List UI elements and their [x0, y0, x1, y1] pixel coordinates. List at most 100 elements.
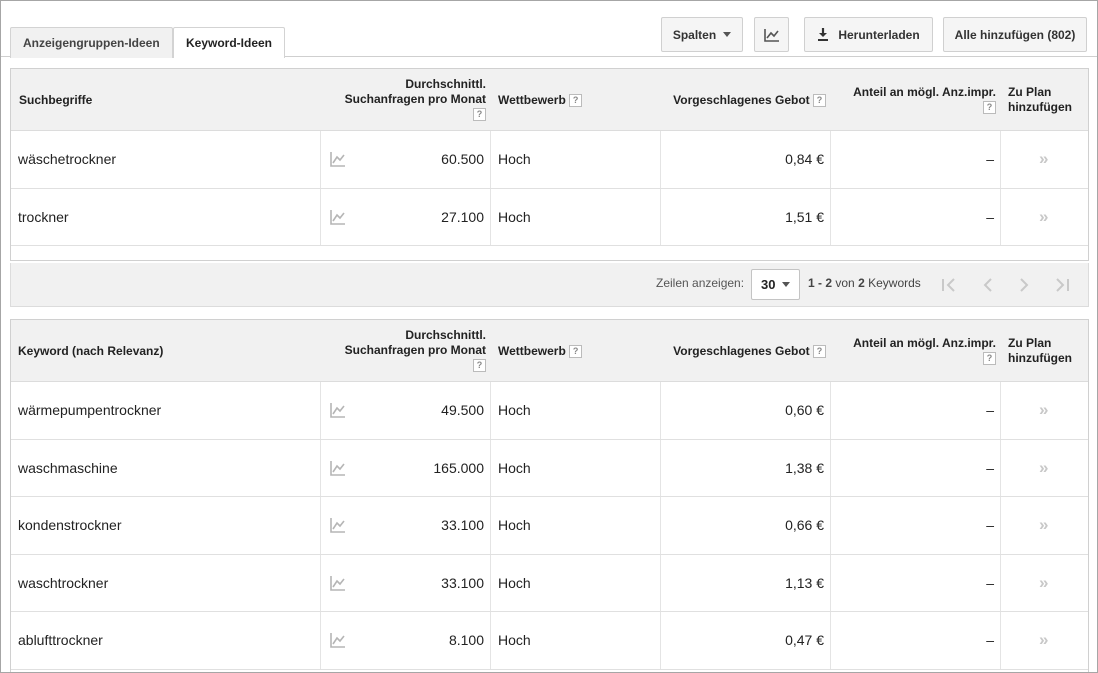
trend-chart-icon[interactable] [330, 151, 346, 168]
avg-monthly-searches: 165.000 [433, 459, 484, 476]
column-divider [320, 554, 321, 611]
toolbar: Anzeigengruppen-Ideen Keyword-Ideen Spal… [1, 1, 1097, 58]
header-line-1: Durchschnittl. [405, 328, 486, 342]
trend-chart-icon[interactable] [330, 402, 346, 419]
column-divider [490, 612, 491, 669]
tab-ad-group-ideas[interactable]: Anzeigengruppen-Ideen [10, 27, 173, 58]
trend-chart-icon[interactable] [330, 632, 346, 649]
keyword-text: trockner [18, 208, 69, 225]
column-divider [660, 612, 661, 669]
column-header-competition[interactable]: Wettbewerb ? [498, 344, 583, 359]
suggested-bid-value: 1,13 € [785, 574, 824, 591]
table-row: wärmepumpentrockner 49.500 Hoch 0,60 € – » [11, 382, 1088, 440]
add-to-plan-button[interactable]: » [1039, 131, 1048, 188]
keyword-text: waschmaschine [18, 459, 118, 476]
add-to-plan-button[interactable]: » [1039, 555, 1048, 612]
competition-value: Hoch [498, 402, 531, 419]
suggested-bid-value: 1,51 € [785, 208, 824, 225]
tab-keyword-ideas[interactable]: Keyword-Ideen [173, 27, 286, 58]
avg-monthly-searches: 27.100 [441, 208, 484, 225]
header-line-1: Durchschnittl. [405, 77, 486, 91]
of-text: von [835, 276, 855, 290]
table-row: ablufttrockner 8.100 Hoch 0,47 € – » [11, 612, 1088, 670]
help-icon[interactable]: ? [983, 101, 996, 115]
help-icon[interactable]: ? [473, 359, 486, 373]
line-chart-icon [763, 28, 779, 42]
column-header-suggested-bid[interactable]: Vorgeschlagenes Gebot ? [611, 93, 826, 108]
add-all-button[interactable]: Alle hinzufügen (802) [943, 17, 1087, 52]
first-page-button[interactable] [935, 271, 963, 299]
column-divider [490, 497, 491, 554]
keyword-text: ablufttrockner [18, 632, 103, 649]
column-header-suggested-bid[interactable]: Vorgeschlagenes Gebot ? [611, 344, 826, 359]
table-body: wärmepumpentrockner 49.500 Hoch 0,60 € –» was… [11, 382, 1088, 670]
help-icon[interactable]: ? [983, 352, 996, 366]
column-divider [320, 131, 321, 188]
column-header-search-terms: Suchbegriffe [19, 93, 93, 107]
column-header-avg-searches[interactable]: Durchschnittl. Suchanfragen pro Monat ? [311, 328, 486, 373]
last-page-button[interactable] [1048, 271, 1076, 299]
header-line-2: Suchanfragen pro Monat [344, 343, 486, 357]
header-label: Vorgeschlagenes Gebot [673, 344, 810, 358]
help-icon[interactable]: ? [473, 108, 486, 122]
table-body: wäschetrockner 60.500 Hoch 0,84 € –» trockner… [11, 131, 1088, 246]
column-divider [660, 554, 661, 611]
keyword-ideas-table: Keyword (nach Relevanz) Durchschnittl. S… [10, 319, 1089, 672]
avg-monthly-searches: 33.100 [441, 517, 484, 534]
column-divider [1000, 612, 1001, 669]
table-row: kondenstrockner 33.100 Hoch 0,66 € – » [11, 497, 1088, 555]
column-header-keyword[interactable]: Keyword (nach Relevanz) [18, 344, 163, 359]
column-divider [830, 554, 831, 611]
add-to-plan-button[interactable]: » [1039, 189, 1048, 246]
impr-share-value: – [986, 459, 994, 476]
avg-monthly-searches: 8.100 [448, 632, 484, 649]
columns-button[interactable]: Spalten [661, 17, 743, 52]
trend-chart-icon[interactable] [330, 575, 346, 591]
impr-share-value: – [986, 517, 994, 534]
add-to-plan-button[interactable]: » [1039, 497, 1048, 554]
chart-toggle-button[interactable] [754, 17, 789, 52]
trend-chart-icon[interactable] [330, 209, 346, 225]
column-header-impr-share[interactable]: Anteil an mögl. Anz.impr. ? [811, 336, 996, 366]
column-header-competition[interactable]: Wettbewerb ? [498, 93, 583, 108]
page-range-text: 1 - 2 von 2 Keywords [808, 276, 921, 290]
column-divider [1000, 497, 1001, 554]
avg-monthly-searches: 60.500 [441, 151, 484, 168]
header-line-1: Anteil an mögl. Anz.impr. [853, 336, 996, 350]
rows-per-page-select[interactable]: 30 [751, 269, 800, 300]
column-divider [320, 497, 321, 554]
column-divider [660, 497, 661, 554]
download-button[interactable]: Herunterladen [804, 17, 933, 52]
competition-value: Hoch [498, 517, 531, 534]
suggested-bid-value: 0,47 € [785, 632, 824, 649]
help-icon[interactable]: ? [569, 345, 583, 359]
table-header: Keyword (nach Relevanz) Durchschnittl. S… [11, 320, 1088, 382]
help-icon[interactable]: ? [569, 94, 583, 108]
column-divider [490, 188, 491, 245]
competition-value: Hoch [498, 151, 531, 168]
chevron-down-icon [723, 32, 732, 37]
column-header-avg-searches[interactable]: Durchschnittl. Suchanfragen pro Monat ? [311, 77, 486, 122]
competition-value: Hoch [498, 208, 531, 225]
next-page-button[interactable] [1010, 271, 1038, 299]
range: 1 - 2 [808, 276, 833, 290]
suggested-bid-value: 0,66 € [785, 517, 824, 534]
chevron-right-icon [1020, 278, 1029, 292]
previous-page-button[interactable] [974, 271, 1002, 299]
add-to-plan-button[interactable]: » [1039, 612, 1048, 669]
column-divider [490, 439, 491, 496]
header-line-1: Anteil an mögl. Anz.impr. [853, 85, 996, 99]
keyword-text: waschtrockner [18, 574, 109, 591]
impr-share-value: – [986, 151, 994, 168]
keyword-text: wärmepumpentrockner [18, 402, 162, 419]
suggested-bid-value: 0,84 € [785, 151, 824, 168]
column-divider [490, 131, 491, 188]
column-header-impr-share[interactable]: Anteil an mögl. Anz.impr. ? [811, 85, 996, 115]
trend-chart-icon[interactable] [330, 460, 346, 476]
trend-chart-icon[interactable] [330, 517, 346, 534]
add-to-plan-button[interactable]: » [1039, 440, 1048, 497]
competition-value: Hoch [498, 574, 531, 591]
add-to-plan-button[interactable]: » [1039, 382, 1048, 439]
impr-share-value: – [986, 208, 994, 225]
header-line-1: Zu Plan [1008, 336, 1052, 350]
